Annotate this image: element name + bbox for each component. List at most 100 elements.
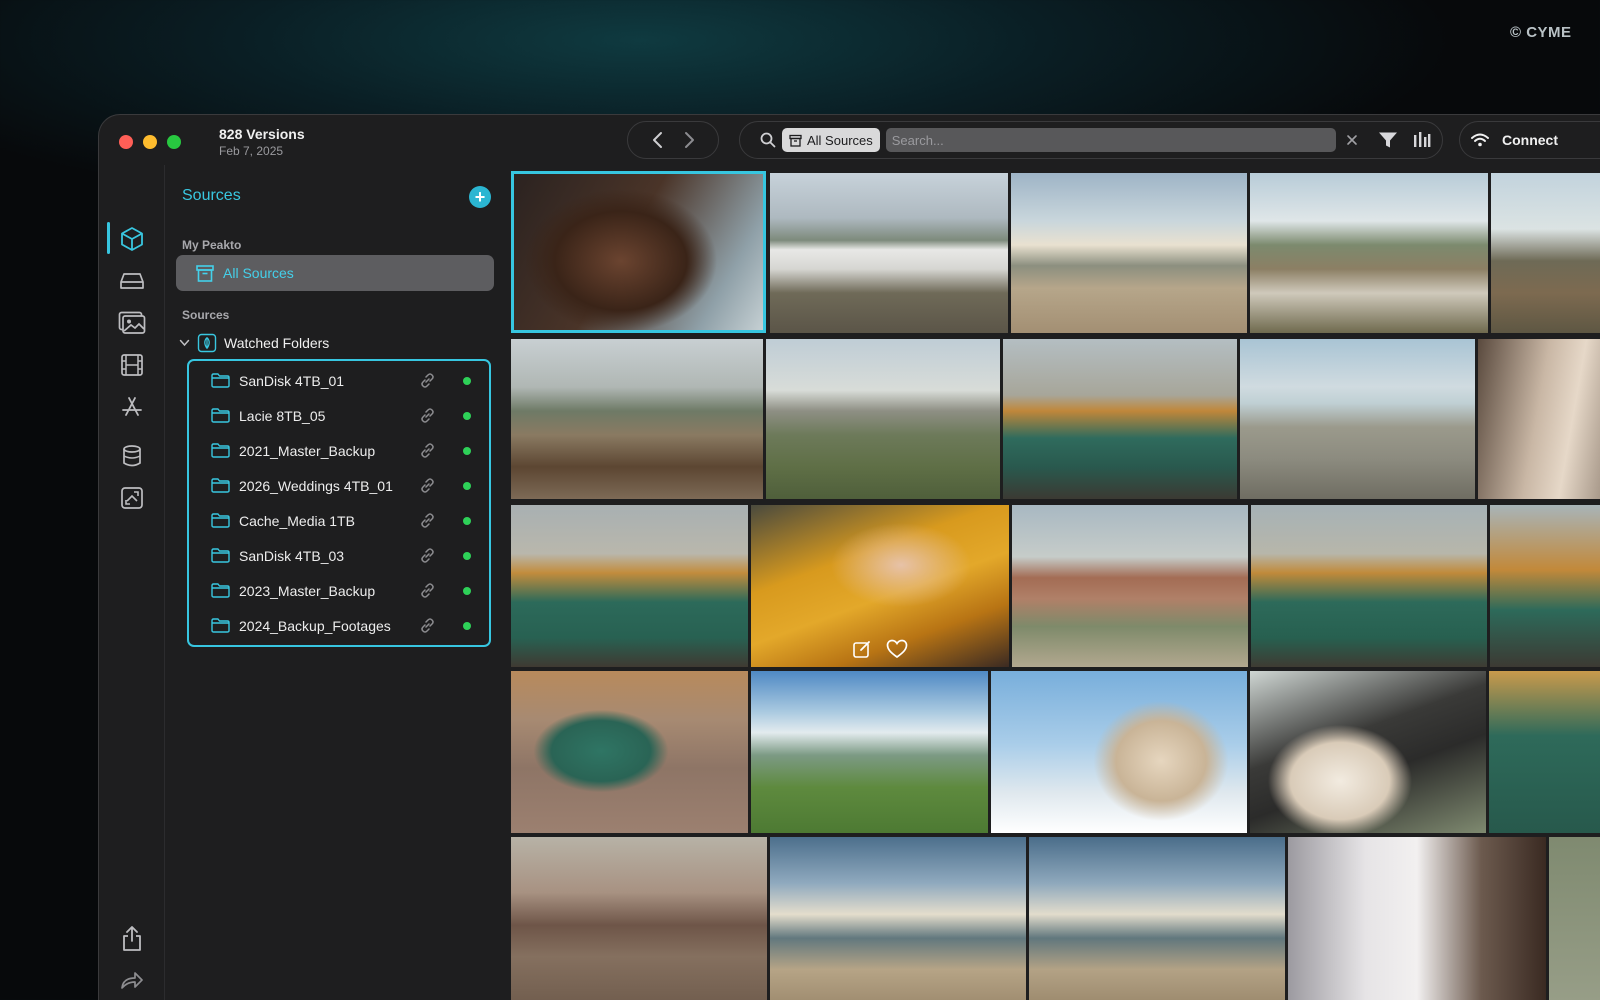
folder-icon [211,618,230,633]
photo-thumbnail[interactable] [991,671,1247,833]
folder-item[interactable]: Lacie 8TB_05 [189,398,489,433]
folder-item[interactable]: SanDisk 4TB_03 [189,538,489,573]
stats-button[interactable] [1412,131,1432,149]
photo-thumbnail[interactable] [751,671,988,833]
photo-thumbnail[interactable] [1011,173,1247,333]
photo-thumbnail[interactable] [1478,339,1600,499]
sources-sidebar: Sources + My Peakto All Sources Sources … [165,165,511,1000]
heart-icon[interactable] [886,639,908,659]
zoom-window-button[interactable] [167,135,181,149]
minimize-window-button[interactable] [143,135,157,149]
drives-button[interactable] [117,266,147,296]
search-input[interactable] [885,128,1336,152]
search-bar: All Sources [739,121,1443,159]
catalog-date: Feb 7, 2025 [219,144,284,158]
folder-name: SanDisk 4TB_03 [239,547,345,564]
folder-name: 2021_Master_Backup [239,442,376,459]
link-icon[interactable] [419,582,436,599]
folder-item[interactable]: 2023_Master_Backup [189,573,489,608]
photo-thumbnail[interactable] [1012,505,1248,667]
folder-item[interactable]: SanDisk 4TB_01 [189,363,489,398]
back-button[interactable] [651,131,663,149]
link-icon[interactable] [419,477,436,494]
forward-button[interactable] [684,131,696,149]
watched-folders-label: Watched Folders [224,335,330,351]
watched-folders-list: SanDisk 4TB_01 Lacie 8TB_05 2021_Master_… [187,359,491,647]
photo-thumbnail[interactable] [1240,339,1475,499]
clear-search-button[interactable] [1346,134,1358,146]
folder-item[interactable]: 2026_Weddings 4TB_01 [189,468,489,503]
photo-thumbnail[interactable] [1490,505,1600,667]
folder-item[interactable]: 2021_Master_Backup [189,433,489,468]
chevron-right-icon [684,132,694,148]
watched-folders-item[interactable]: Watched Folders [179,333,329,353]
photo-thumbnail[interactable] [1549,837,1600,1000]
folder-name: Cache_Media 1TB [239,512,355,529]
photo-sync-icon [121,487,143,509]
bar-chart-icon [1414,132,1431,147]
photo-thumbnail[interactable] [511,171,766,333]
chevron-left-icon [652,132,662,148]
edit-icon[interactable] [852,639,872,659]
videos-button[interactable] [117,350,147,380]
photo-thumbnail[interactable] [511,339,763,499]
share-icon [123,926,141,951]
all-sources-item[interactable]: All Sources [176,255,494,291]
photo-thumbnail[interactable] [751,505,1009,667]
window-controls [119,135,181,149]
apps-button[interactable] [117,392,147,422]
archive-icon [196,264,214,282]
folder-icon [211,373,230,388]
photo-thumbnail[interactable] [1288,837,1546,1000]
photo-thumbnail[interactable] [511,671,748,833]
rail-active-indicator [107,222,110,254]
connect-button[interactable]: Connect [1459,121,1600,159]
link-icon[interactable] [419,442,436,459]
folder-item[interactable]: Cache_Media 1TB [189,503,489,538]
photo-thumbnail[interactable] [1489,671,1600,833]
photo-thumbnail[interactable] [770,173,1008,333]
send-button[interactable] [117,965,147,995]
sync-button[interactable] [117,483,147,513]
photo-thumbnail[interactable] [770,837,1026,1000]
forward-icon [121,972,143,989]
status-indicator-online [463,552,471,560]
filter-button[interactable] [1378,131,1398,149]
source-filter-chip[interactable]: All Sources [782,128,880,152]
close-window-button[interactable] [119,135,133,149]
photo-thumbnail[interactable] [1003,339,1237,499]
status-indicator-online [463,622,471,630]
navigation-controls [627,121,719,159]
photo-thumbnail[interactable] [1250,671,1486,833]
catalog-button[interactable] [117,224,147,254]
export-button[interactable] [117,923,147,953]
link-icon[interactable] [419,617,436,634]
photo-thumbnail[interactable] [1029,837,1285,1000]
database-icon [123,445,141,467]
photo-thumbnail[interactable] [1250,173,1488,333]
search-icon[interactable] [760,132,776,148]
folder-icon [211,583,230,598]
database-button[interactable] [117,441,147,471]
photos-icon [118,311,146,334]
photo-thumbnail[interactable] [511,505,748,667]
link-icon[interactable] [419,512,436,529]
link-icon[interactable] [419,372,436,389]
app-rail [99,165,165,1000]
folder-item[interactable]: 2024_Backup_Footages [189,608,489,643]
chevron-down-icon[interactable] [179,339,190,347]
add-source-button[interactable]: + [469,186,491,208]
source-filter-label: All Sources [807,132,873,148]
photo-thumbnail[interactable] [766,339,1000,499]
status-indicator-online [463,412,471,420]
status-indicator-online [463,377,471,385]
app-window: 828 Versions Feb 7, 2025 All Sources Con… [98,114,1600,1000]
photos-button[interactable] [117,308,147,338]
photo-thumbnail[interactable] [1491,173,1600,333]
link-icon[interactable] [419,547,436,564]
photo-thumbnail[interactable] [1251,505,1487,667]
status-indicator-online [463,517,471,525]
drive-icon [120,273,144,289]
photo-thumbnail[interactable] [511,837,767,1000]
link-icon[interactable] [419,407,436,424]
